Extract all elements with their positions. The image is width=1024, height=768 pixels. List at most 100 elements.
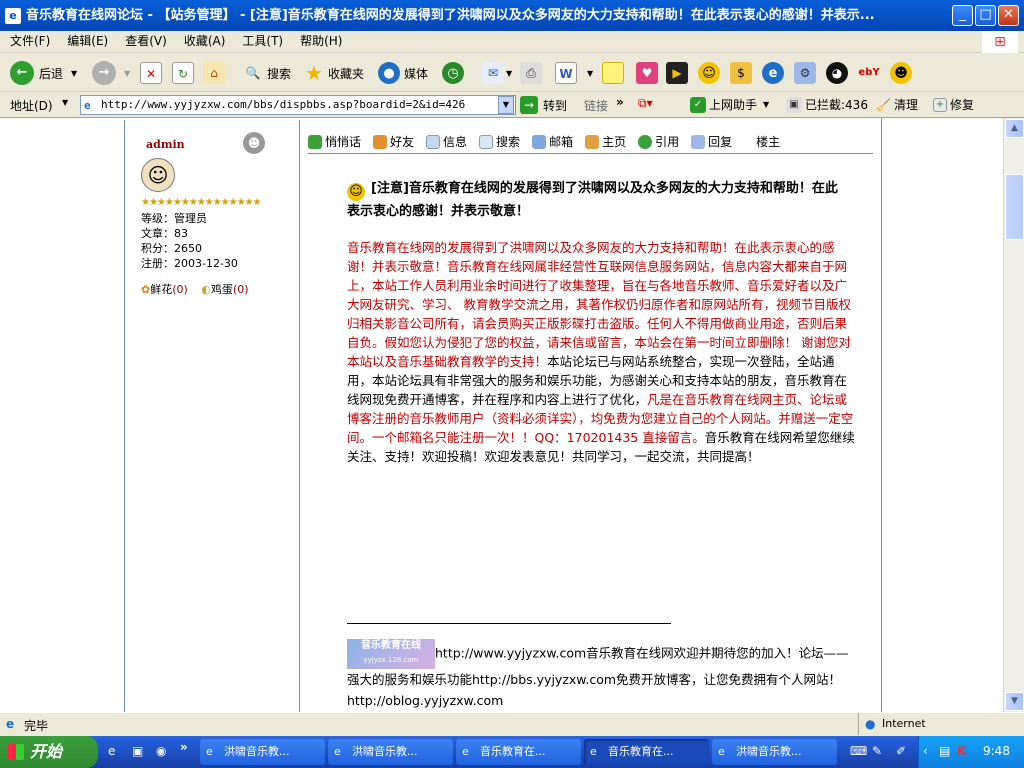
user-posts: 文章：83 (141, 227, 188, 240)
notes-button[interactable] (602, 58, 624, 88)
print-button[interactable]: ⎙ (520, 58, 542, 88)
links-label[interactable]: 链接 (584, 97, 608, 114)
quicklaunch-chevron-icon[interactable]: » (180, 740, 188, 754)
menu-favorites[interactable]: 收藏(A) (177, 31, 233, 51)
clock[interactable]: 9:48 (983, 744, 1010, 758)
ie-app-icon[interactable]: e (5, 8, 21, 24)
language-bar-icon[interactable]: ✎ (872, 744, 882, 758)
scroll-up-button[interactable]: ▲ (1005, 119, 1024, 138)
messenger-button[interactable]: ♥ (636, 58, 658, 88)
forward-arrow-icon: → (92, 61, 116, 85)
blocked-popups-button[interactable]: ▣ 已拦截:436 (786, 96, 868, 113)
home-icon: ⌂ (203, 62, 225, 84)
action-reply[interactable]: 回复 (691, 133, 732, 150)
action-whisper[interactable]: 悄悄话 (308, 133, 361, 150)
taskbar-window-5[interactable]: e 洪啸音乐教... (712, 739, 837, 765)
helper-dropdown-icon[interactable]: ▼ (763, 100, 769, 109)
qq-button[interactable]: ◕ (826, 58, 848, 88)
scroll-down-button[interactable]: ▼ (1005, 692, 1024, 711)
back-arrow-icon: ← (10, 61, 34, 85)
tray-expand-icon[interactable]: ‹ (923, 744, 928, 758)
links-chevron-icon[interactable]: » (616, 95, 624, 109)
action-search[interactable]: 搜索 (479, 133, 520, 150)
tools-button[interactable]: ⚙ (794, 58, 816, 88)
signature-divider (347, 623, 671, 624)
clean-button[interactable]: 🧹 清理 (876, 96, 918, 113)
tray-antivirus-icon[interactable]: K (957, 744, 966, 758)
mail-button[interactable]: ✉ ▼ (482, 58, 512, 88)
back-dropdown-icon[interactable]: ▼ (71, 69, 77, 78)
mail-dropdown-icon[interactable]: ▼ (506, 69, 512, 78)
action-homepage[interactable]: 主页 (585, 133, 626, 150)
maximize-button[interactable]: □ (975, 5, 996, 26)
tray-network-icon[interactable]: ▤ (939, 744, 950, 758)
ebay-button[interactable]: ebY (858, 58, 880, 88)
home-button[interactable]: ⌂ (203, 58, 225, 88)
search-doc-icon (479, 134, 494, 149)
vertical-scrollbar[interactable]: ▲ ▼ (1003, 118, 1024, 712)
window-titlebar[interactable]: e 音乐教育在线网论坛 - 【站务管理】 - [注意]音乐教育在线网的发展得到了… (0, 0, 1024, 31)
search-button[interactable]: 🔍 搜索 (242, 58, 292, 88)
action-quote[interactable]: 引用 (638, 133, 679, 150)
edit-dropdown-icon[interactable]: ▼ (587, 69, 593, 78)
menu-edit[interactable]: 编辑(E) (60, 31, 115, 51)
helper-button[interactable]: ✓ 上网助手 ▼ (690, 96, 769, 113)
refresh-icon: ↻ (172, 62, 194, 84)
action-label: 信息 (443, 135, 468, 149)
taskbar-window-3[interactable]: e 音乐教育在... (456, 739, 581, 765)
username[interactable]: admin (146, 138, 185, 151)
task-label: 洪啸音乐教... (224, 745, 290, 758)
scroll-thumb[interactable] (1005, 174, 1024, 240)
pen-icon[interactable]: ✐ (896, 744, 906, 758)
user-info-panel: admin ☻ ☺ ★★★★★★★★★★★★★★★ 等级：管理员 文章：83 积… (124, 120, 300, 712)
forward-dropdown-icon[interactable]: ▼ (124, 69, 130, 78)
forward-button[interactable]: → ▼ (92, 58, 130, 88)
action-friend[interactable]: 好友 (373, 133, 414, 150)
quicklaunch-media-icon[interactable]: ◉ (156, 744, 166, 758)
stop-button[interactable]: ✕ (140, 58, 162, 88)
start-windows-icon (8, 744, 24, 760)
quote-icon (638, 134, 653, 149)
favorites-button[interactable]: ★ 收藏夹 (303, 58, 364, 88)
egg-button[interactable]: ◐鸡蛋(0) (201, 283, 248, 296)
close-button[interactable]: ✕ (998, 5, 1019, 26)
minimize-button[interactable]: _ (952, 5, 973, 26)
rank-stars: ★★★★★★★★★★★★★★★ (141, 197, 261, 208)
menu-tools[interactable]: 工具(T) (235, 31, 290, 51)
action-info[interactable]: 信息 (426, 133, 467, 150)
repair-button[interactable]: + 修复 (933, 96, 974, 113)
translate-icon[interactable]: ⧉▾ (638, 96, 653, 111)
back-button[interactable]: ← 后退 ▼ (10, 58, 77, 88)
menu-help[interactable]: 帮助(H) (293, 31, 349, 51)
taskbar-window-2[interactable]: e 洪啸音乐教... (328, 739, 453, 765)
address-dropdown-icon[interactable]: ▼ (498, 96, 514, 114)
toolbar: ← 后退 ▼ → ▼ ✕ ↻ ⌂ 🔍 搜索 ★ 收藏夹 ● 媒体 ◷ ✉ ▼ ⎙ … (0, 54, 1024, 92)
address-label: 地址(D) (10, 99, 53, 113)
content-border (881, 118, 882, 712)
homepage-icon (585, 134, 600, 149)
start-button[interactable]: 开始 (0, 736, 98, 768)
smiley-button[interactable]: ☻ (890, 58, 912, 88)
media-button[interactable]: ● 媒体 (378, 58, 428, 88)
quicklaunch-ie-icon[interactable]: e (108, 744, 115, 758)
keyboard-icon[interactable]: ⌨ (850, 744, 867, 758)
taskbar-window-1[interactable]: e 洪啸音乐教... (200, 739, 325, 765)
edit-button[interactable]: W ▼ (555, 58, 593, 88)
menu-file[interactable]: 文件(F) (3, 31, 57, 51)
taskbar-window-4-active[interactable]: e 音乐教育在... (584, 739, 709, 765)
player-button[interactable]: ▶ (666, 58, 688, 88)
address-label-dropdown-icon[interactable]: ▼ (62, 98, 68, 107)
action-mailbox[interactable]: 邮箱 (532, 133, 573, 150)
emoticon-button[interactable]: ☺ (698, 58, 720, 88)
address-input[interactable]: e http://www.yyjyzxw.com/bbs/dispbbs.asp… (80, 95, 516, 115)
quicklaunch-desktop-icon[interactable]: ▣ (132, 744, 143, 758)
refresh-button[interactable]: ↻ (172, 58, 194, 88)
task-ie-icon: e (462, 745, 469, 758)
menu-view[interactable]: 查看(V) (118, 31, 174, 51)
ie-button[interactable]: e (762, 58, 784, 88)
history-button[interactable]: ◷ (442, 58, 464, 88)
go-button[interactable]: → 转到 (520, 96, 567, 114)
site-logo[interactable]: 音乐教育在线 yyjyzx.126.com (347, 639, 435, 669)
weight-button[interactable]: $ (730, 58, 752, 88)
flower-button[interactable]: ✿鲜花(0) (141, 283, 188, 296)
